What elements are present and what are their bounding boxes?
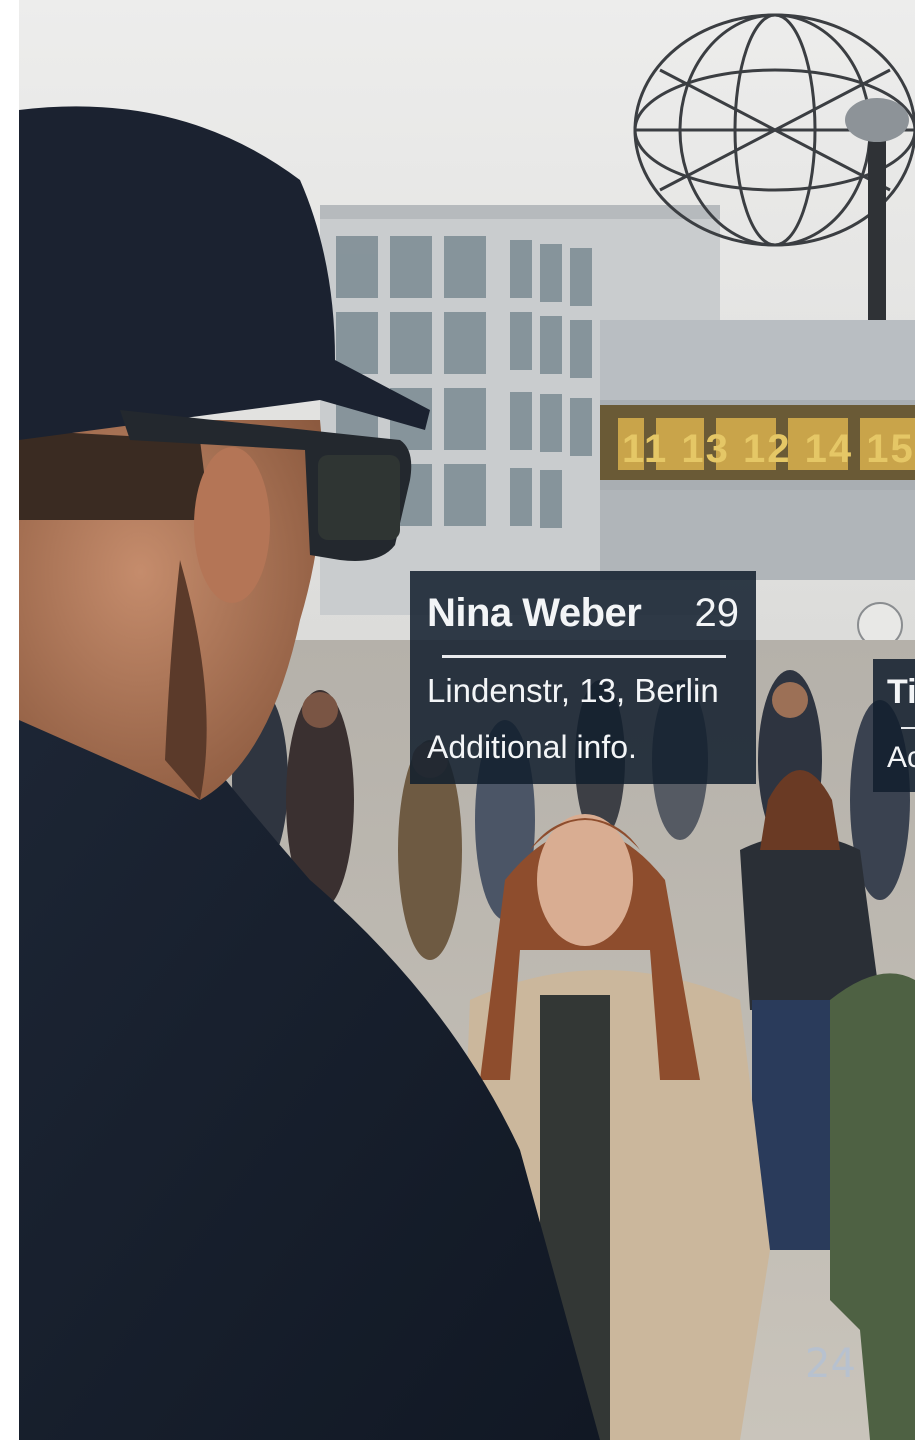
person-name: Nina Weber bbox=[427, 591, 642, 635]
page-number: 24 bbox=[805, 1341, 856, 1387]
secondary-name-fragment: Ti bbox=[887, 673, 915, 711]
secondary-info-fragment: Ac bbox=[887, 741, 915, 774]
secondary-card-divider bbox=[901, 727, 915, 729]
card-divider bbox=[442, 655, 726, 658]
ar-identity-card-secondary: Ti Ac bbox=[873, 659, 915, 792]
person-address: Lindenstr, 13, Berlin bbox=[427, 672, 719, 709]
left-margin bbox=[0, 0, 19, 1440]
person-age: 29 bbox=[694, 591, 740, 635]
ar-identity-card: Nina Weber 29 Lindenstr, 13, Berlin Addi… bbox=[410, 571, 756, 784]
world-clock-numbers: 11 13 12 14 15 bbox=[622, 427, 915, 471]
additional-info: Additional info. bbox=[427, 729, 637, 765]
clock-pole bbox=[868, 130, 886, 320]
